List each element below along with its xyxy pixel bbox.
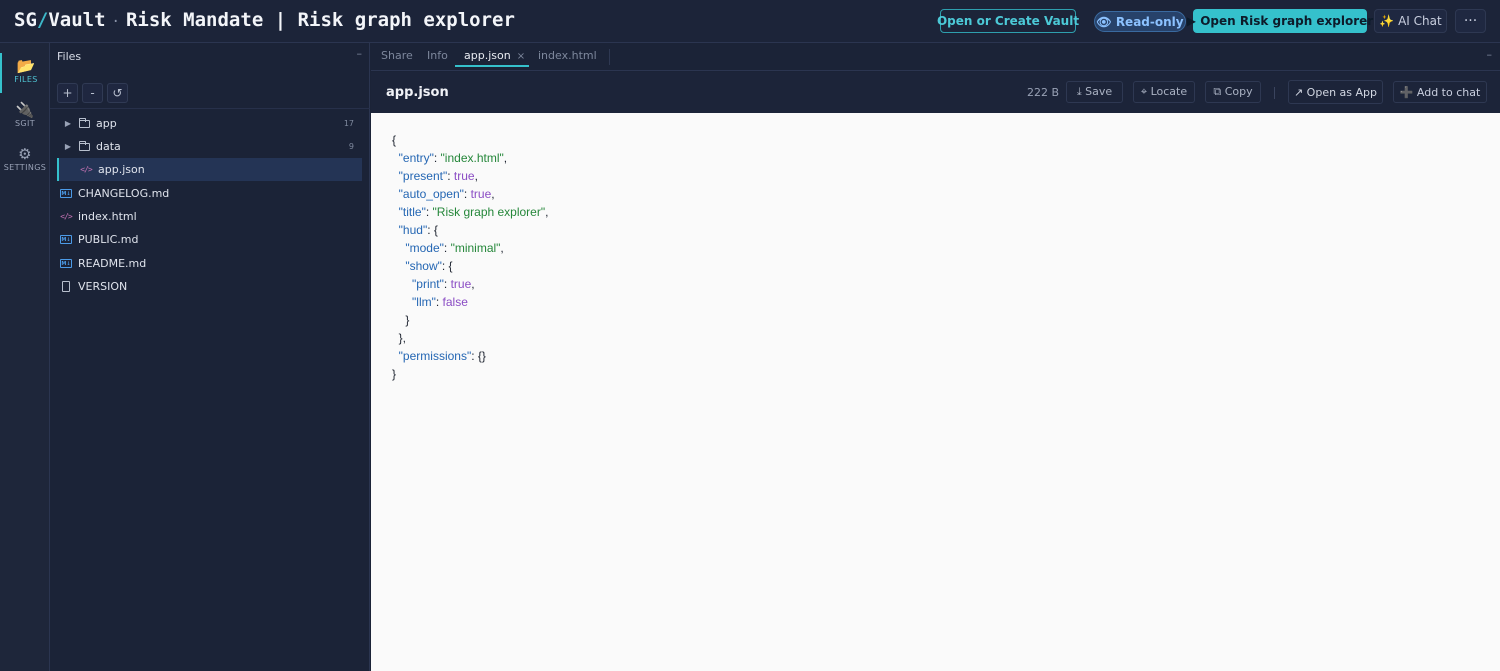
open-app-button[interactable]: ▶ Open Risk graph explorer xyxy=(1187,9,1373,33)
tab-info[interactable]: Info xyxy=(427,49,448,62)
locate-button[interactable]: ⌖ Locate xyxy=(1133,81,1195,103)
app-brand: SG/Vault · Risk Mandate | Risk graph explo… xyxy=(14,9,515,31)
tree-item-index-html[interactable]: </> index.html xyxy=(57,205,362,228)
tree-item-label: app xyxy=(96,117,117,130)
tree-item-app[interactable]: ▶ app 17 xyxy=(57,112,362,135)
code-file-icon: </> xyxy=(60,212,72,221)
files-panel-header: Files – xyxy=(50,43,370,71)
divider xyxy=(50,108,370,109)
refresh-button[interactable]: ↺ xyxy=(107,83,128,103)
tree-item-label: app.json xyxy=(98,163,145,176)
copy-button[interactable]: ⧉ Copy xyxy=(1205,81,1261,103)
item-count: 9 xyxy=(348,142,354,151)
top-bar: SG/Vault · Risk Mandate | Risk graph explo… xyxy=(0,0,1500,43)
tab-index-html[interactable]: index.html xyxy=(538,49,597,62)
files-panel: Files – + - ↺ ▶ app 17 ▶ data 9 </> app.… xyxy=(50,43,370,671)
brand-slash: / xyxy=(36,9,49,31)
folder-icon xyxy=(75,140,93,151)
tree-item-changelog[interactable]: M↓ CHANGELOG.md xyxy=(57,182,362,205)
ai-chat-button[interactable]: ✨ AI Chat xyxy=(1374,9,1447,33)
file-toolbar: + - ↺ xyxy=(57,83,128,103)
rail-files[interactable]: 📂 FILES xyxy=(0,53,50,93)
tree-item-label: data xyxy=(96,140,121,153)
file-size: 222 B xyxy=(1027,86,1060,99)
brand-separator: · xyxy=(111,14,120,30)
tree-item-version[interactable]: VERSION xyxy=(57,275,362,298)
markdown-file-icon: M↓ xyxy=(60,189,72,198)
tree-item-label: CHANGELOG.md xyxy=(78,187,170,200)
rail-settings-label: SETTINGS xyxy=(3,163,47,172)
item-count: 17 xyxy=(343,119,354,128)
brand-vault: Vault xyxy=(48,9,106,31)
caret-right-icon[interactable]: ▶ xyxy=(61,119,75,128)
divider xyxy=(609,49,610,65)
tree-item-label: README.md xyxy=(78,257,147,270)
caret-right-icon[interactable]: ▶ xyxy=(61,142,75,151)
new-file-button[interactable]: + xyxy=(57,83,78,103)
tree-item-public-md[interactable]: M↓ PUBLIC.md xyxy=(57,228,362,251)
brand-sg: SG xyxy=(14,9,37,31)
rail-sgit-label: SGIT xyxy=(14,119,36,128)
tree-item-label: VERSION xyxy=(78,280,128,293)
rail-files-label: FILES xyxy=(14,75,38,84)
divider xyxy=(1274,87,1275,99)
tab-app-json[interactable]: app.json × xyxy=(464,49,525,62)
plug-icon: 🔌 xyxy=(15,101,35,119)
collapse-panel-button[interactable]: – xyxy=(357,47,363,60)
editor-tabs: Share Info app.json × index.html – xyxy=(371,43,1500,71)
add-to-chat-button[interactable]: ➕ Add to chat xyxy=(1393,81,1487,103)
tab-label: app.json xyxy=(464,49,511,62)
close-icon[interactable]: × xyxy=(517,51,525,62)
rail-settings[interactable]: ⚙ SETTINGS xyxy=(0,141,50,181)
tree-item-data[interactable]: ▶ data 9 xyxy=(57,135,362,158)
tab-share[interactable]: Share xyxy=(381,49,413,62)
file-icon xyxy=(57,281,75,292)
more-menu-button[interactable]: ··· xyxy=(1455,9,1486,33)
editor-toolbar: app.json 222 B ⤓ Save ⌖ Locate ⧉ Copy ↗ … xyxy=(371,72,1500,113)
collapse-editor-button[interactable]: – xyxy=(1487,48,1493,61)
active-tab-indicator xyxy=(455,65,529,67)
open-or-create-vault-button[interactable]: Open or Create Vault xyxy=(937,9,1079,33)
tree-item-app-json[interactable]: </> app.json xyxy=(57,158,362,181)
activity-rail: 📂 FILES 🔌 SGIT ⚙ SETTINGS xyxy=(0,43,50,671)
folder-open-icon: 📂 xyxy=(16,57,36,75)
code-editor[interactable]: { "entry": "index.html", "present": true… xyxy=(371,113,1500,671)
page-title: Risk Mandate | Risk graph explorer xyxy=(125,9,515,31)
markdown-file-icon: M↓ xyxy=(60,259,72,268)
open-as-app-button[interactable]: ↗ Open as App xyxy=(1288,80,1383,104)
editor-pane: Share Info app.json × index.html – app.js… xyxy=(371,43,1500,671)
editor-filename: app.json xyxy=(386,85,449,100)
gear-icon: ⚙ xyxy=(18,145,32,163)
folder-icon xyxy=(75,117,93,128)
save-button[interactable]: ⤓ Save xyxy=(1066,81,1123,103)
markdown-file-icon: M↓ xyxy=(60,235,72,244)
code-file-icon: </> xyxy=(80,165,92,174)
tree-item-label: index.html xyxy=(78,210,137,223)
files-panel-title: Files xyxy=(57,50,82,63)
rail-sgit[interactable]: 🔌 SGIT xyxy=(0,97,50,137)
tree-item-label: PUBLIC.md xyxy=(78,233,139,246)
tree-item-readme[interactable]: M↓ README.md xyxy=(57,252,362,275)
code-content[interactable]: { "entry": "index.html", "present": true… xyxy=(392,131,548,383)
read-only-badge[interactable]: 👁 Read-only xyxy=(1094,11,1186,32)
delete-file-button[interactable]: - xyxy=(82,83,103,103)
